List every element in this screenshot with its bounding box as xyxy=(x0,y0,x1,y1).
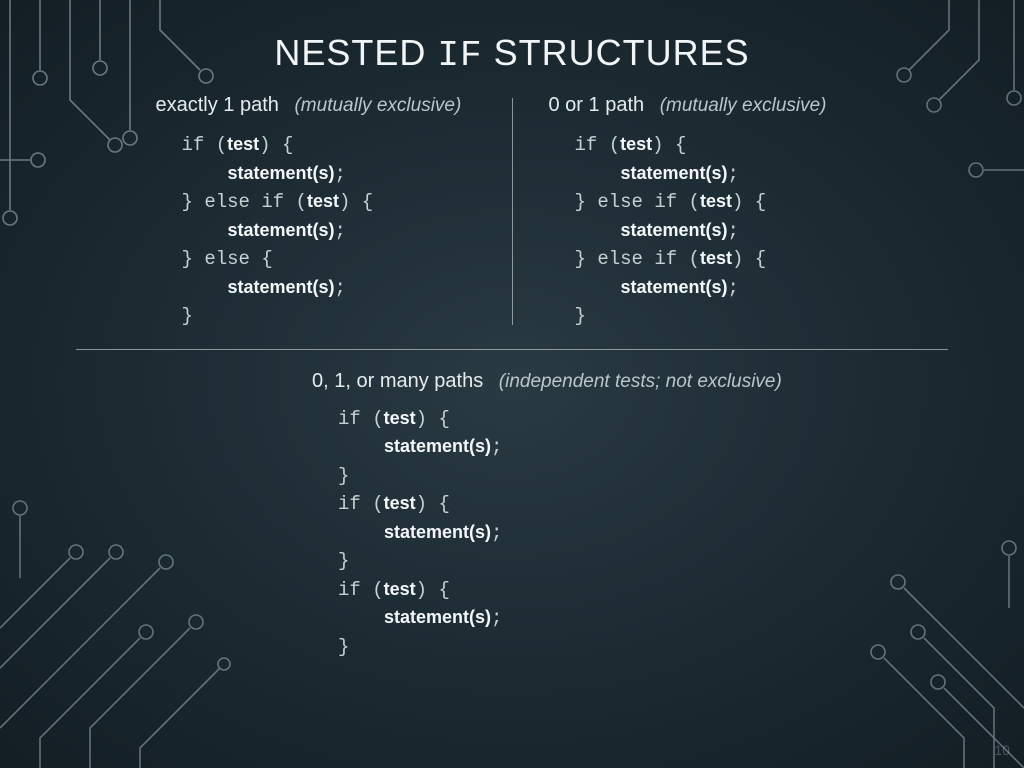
column-exactly-1-path: exactly 1 path (mutually exclusive) if (… xyxy=(112,94,512,331)
heading-bottom: 0, 1, or many paths (independent tests; … xyxy=(312,370,782,393)
slide-container: NESTED IF STRUCTURES exactly 1 path (mut… xyxy=(0,0,1024,768)
column-0-or-1-path: 0 or 1 path (mutually exclusive) if (tes… xyxy=(513,94,913,331)
heading-bottom-text: 0, 1, or many paths xyxy=(312,370,483,392)
page-number: 10 xyxy=(994,742,1010,758)
heading-right-text: 0 or 1 path xyxy=(549,94,645,116)
title-post: STRUCTURES xyxy=(483,32,750,73)
code-block-bottom: if (test) { statement(s); } if (test) { … xyxy=(312,405,502,662)
title-mono: IF xyxy=(437,35,482,76)
code-block-right: if (test) { statement(s); } else if (tes… xyxy=(549,131,889,331)
heading-left: exactly 1 path (mutually exclusive) xyxy=(156,94,488,117)
horizontal-divider xyxy=(76,349,948,350)
heading-left-text: exactly 1 path xyxy=(156,94,279,116)
column-0-1-or-many-paths: 0, 1, or many paths (independent tests; … xyxy=(32,370,992,662)
heading-bottom-note: (independent tests; not exclusive) xyxy=(499,371,782,392)
heading-right: 0 or 1 path (mutually exclusive) xyxy=(549,94,889,117)
top-row: exactly 1 path (mutually exclusive) if (… xyxy=(32,94,992,331)
slide-title: NESTED IF STRUCTURES xyxy=(32,32,992,76)
title-pre: NESTED xyxy=(274,32,437,73)
heading-right-note: (mutually exclusive) xyxy=(660,95,827,116)
code-block-left: if (test) { statement(s); } else if (tes… xyxy=(156,131,488,331)
heading-left-note: (mutually exclusive) xyxy=(294,95,461,116)
